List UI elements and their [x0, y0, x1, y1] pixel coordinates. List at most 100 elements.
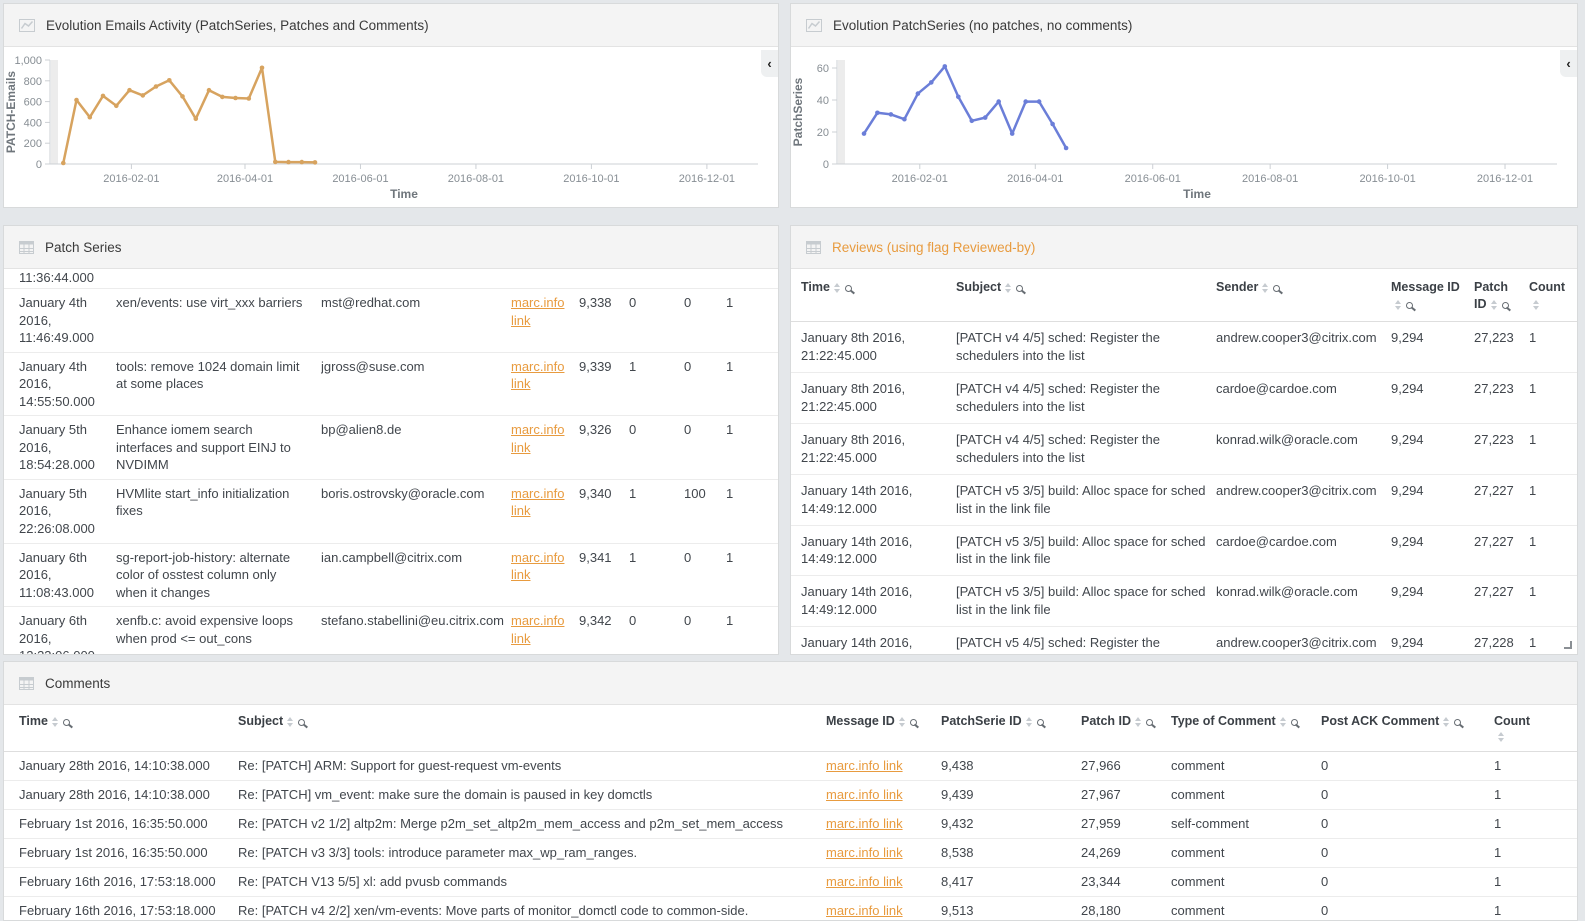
cell-count: 1 [726, 612, 756, 655]
marc-info-link[interactable]: marc.info link [511, 486, 564, 519]
cell-time: January 8th 2016, 21:22:45.000 [801, 329, 956, 365]
cell-type-of-comment: comment [1171, 787, 1321, 803]
column-header-patchserie-id[interactable]: PatchSerie ID [941, 714, 1081, 744]
marc-info-link[interactable]: marc.info link [511, 422, 564, 455]
column-header-time[interactable]: Time [19, 714, 238, 744]
sort-icon[interactable] [1533, 300, 1539, 310]
marc-info-link[interactable]: marc.info link [511, 295, 564, 328]
cell-post-ack-comment: 0 [1321, 787, 1494, 803]
panel-title: Evolution Emails Activity (PatchSeries, … [46, 18, 429, 33]
cell-sender: mst@redhat.com [321, 294, 511, 347]
cell-patchserie-id: 9,342 [579, 612, 629, 655]
magnifier-icon[interactable] [1502, 302, 1509, 309]
magnifier-icon[interactable] [1454, 719, 1461, 726]
column-header-count[interactable]: Count [1494, 714, 1534, 744]
sort-icon[interactable] [1498, 732, 1504, 742]
svg-text:200: 200 [24, 138, 42, 150]
magnifier-icon[interactable] [63, 719, 70, 726]
magnifier-icon[interactable] [1406, 302, 1413, 309]
sort-icon[interactable] [1262, 283, 1268, 293]
marc-info-link[interactable]: marc.info link [826, 758, 903, 773]
panel-title: Patch Series [45, 240, 122, 255]
marc-info-link[interactable]: marc.info link [826, 845, 903, 860]
panel-title: Evolution PatchSeries (no patches, no co… [833, 18, 1132, 33]
svg-text:2016-06-01: 2016-06-01 [1125, 173, 1181, 185]
marc-info-link[interactable]: marc.info link [511, 613, 564, 646]
svg-text:2016-08-01: 2016-08-01 [448, 173, 504, 185]
sort-icon[interactable] [899, 717, 905, 727]
cell-subject: Re: [PATCH v2 1/2] altp2m: Merge p2m_set… [238, 816, 826, 832]
sort-icon[interactable] [287, 717, 293, 727]
column-header-post-ack-comment[interactable]: Post ACK Comment [1321, 714, 1494, 744]
magnifier-icon[interactable] [1146, 719, 1153, 726]
cell-sender: andrew.cooper3@citrix.com [1216, 329, 1391, 365]
magnifier-icon[interactable] [1037, 719, 1044, 726]
magnifier-icon[interactable] [1016, 285, 1023, 292]
magnifier-icon[interactable] [1291, 719, 1298, 726]
sort-icon[interactable] [1135, 717, 1141, 727]
sort-icon[interactable] [52, 717, 58, 727]
panel-resize-handle[interactable] [1564, 641, 1572, 649]
marc-info-link[interactable]: marc.info link [511, 359, 564, 392]
collapse-panel-icon[interactable]: ‹ [761, 50, 778, 77]
svg-text:2016-10-01: 2016-10-01 [563, 173, 619, 185]
table-row: February 1st 2016, 16:35:50.000 Re: [PAT… [4, 810, 1577, 839]
cell-sender: konrad.wilk@oracle.com [1216, 431, 1391, 467]
column-header-sender[interactable]: Sender [1216, 279, 1391, 313]
cell-sender: cardoe@cardoe.com [1216, 380, 1391, 416]
svg-text:2016-06-01: 2016-06-01 [332, 173, 388, 185]
table-row: January 28th 2016, 14:10:38.000 Re: [PAT… [4, 752, 1577, 781]
sort-icon[interactable] [834, 283, 840, 293]
cell-subject: [PATCH v5 3/5] build: Alloc space for sc… [956, 482, 1216, 518]
cell-count: 1 [1494, 903, 1534, 919]
cell-subject: Enhance iomem search interfaces and supp… [116, 421, 321, 474]
cell-subject: [PATCH v5 4/5] sched: Register the sched… [956, 634, 1216, 655]
sort-icon[interactable] [1026, 717, 1032, 727]
table-row: January 14th 2016, 14:49:12.000 [PATCH v… [791, 526, 1577, 577]
emails-activity-chart[interactable]: 02004006008001,0002016-02-012016-04-0120… [4, 47, 778, 207]
table-row: February 16th 2016, 17:53:18.000 Re: [PA… [4, 868, 1577, 897]
magnifier-icon[interactable] [298, 719, 305, 726]
patchseries-chart[interactable]: 02040602016-02-012016-04-012016-06-01201… [791, 47, 1577, 207]
magnifier-icon[interactable] [845, 285, 852, 292]
sort-icon[interactable] [1491, 300, 1497, 310]
cell-flag2: 0 [684, 294, 726, 347]
table-row: January 14th 2016, 14:49:13.000 [PATCH v… [791, 627, 1577, 655]
svg-text:0: 0 [36, 159, 42, 171]
marc-info-link[interactable]: marc.info link [826, 874, 903, 889]
cell-patch-id: 23,344 [1081, 874, 1171, 890]
cell-time: February 1st 2016, 16:35:50.000 [19, 816, 238, 832]
column-header-patch-id[interactable]: Patch ID [1081, 714, 1171, 744]
svg-text:Time: Time [1183, 187, 1211, 201]
column-header-subject[interactable]: Subject [238, 714, 826, 744]
cell-patchserie-id: 9,513 [941, 903, 1081, 919]
panel-header: Evolution PatchSeries (no patches, no co… [791, 4, 1577, 47]
cell-patch-id: 27,967 [1081, 787, 1171, 803]
sort-icon[interactable] [1280, 717, 1286, 727]
table-row: January 8th 2016, 21:22:45.000 [PATCH v4… [791, 322, 1577, 373]
marc-info-link[interactable]: marc.info link [826, 903, 903, 918]
cell-flag2: 0 [684, 612, 726, 655]
column-header-message-id[interactable]: Message ID [1391, 279, 1474, 313]
cell-time: February 16th 2016, 17:53:18.000 [19, 903, 238, 919]
column-header-subject[interactable]: Subject [956, 279, 1216, 313]
marc-info-link[interactable]: marc.info link [826, 816, 903, 831]
sort-icon[interactable] [1395, 300, 1401, 310]
cell-type-of-comment: comment [1171, 903, 1321, 919]
magnifier-icon[interactable] [910, 719, 917, 726]
line-chart-icon [806, 19, 822, 32]
magnifier-icon[interactable] [1273, 285, 1280, 292]
marc-info-link[interactable]: marc.info link [826, 787, 903, 802]
cell-sender: bp@alien8.de [321, 421, 511, 474]
column-header-message-id[interactable]: Message ID [826, 714, 941, 744]
column-header-patch-id[interactable]: Patch ID [1474, 279, 1529, 313]
sort-icon[interactable] [1443, 717, 1449, 727]
column-header-type-of-comment[interactable]: Type of Comment [1171, 714, 1321, 744]
cell-patchserie-id: 8,417 [941, 874, 1081, 890]
panel-title: Reviews (using flag Reviewed-by) [832, 240, 1035, 255]
collapse-panel-icon[interactable]: ‹ [1560, 50, 1577, 77]
column-header-time[interactable]: Time [801, 279, 956, 313]
sort-icon[interactable] [1005, 283, 1011, 293]
column-header-count[interactable]: Count [1529, 279, 1569, 313]
marc-info-link[interactable]: marc.info link [511, 550, 564, 583]
